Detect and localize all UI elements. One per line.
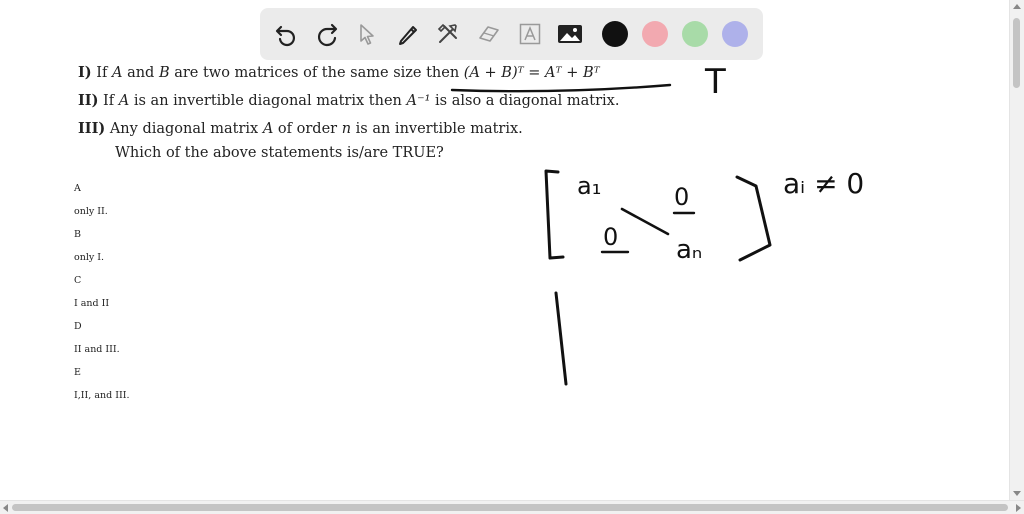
answer-options: A only II. B only I. C I and II D II and… <box>74 183 129 413</box>
vertical-scrollbar[interactable] <box>1009 0 1024 500</box>
option-a-text[interactable]: only II. <box>74 206 129 229</box>
tools-button[interactable] <box>432 18 464 50</box>
scroll-right-icon[interactable] <box>1016 504 1021 512</box>
statement-3: III) Any diagonal matrix A of order n is… <box>78 120 523 137</box>
left-bracket-stroke <box>544 169 565 260</box>
option-e-letter[interactable]: E <box>74 367 129 390</box>
redo-button[interactable] <box>311 18 343 50</box>
pen-icon <box>398 26 417 45</box>
option-d-text[interactable]: II and III. <box>74 344 129 367</box>
vertical-stroke <box>554 291 568 386</box>
option-b-text[interactable]: only I. <box>74 252 129 275</box>
underline-stroke <box>450 83 672 93</box>
statement-text: and <box>127 65 155 81</box>
pen-button[interactable] <box>392 18 424 50</box>
option-b-letter[interactable]: B <box>74 229 129 252</box>
statement-text: is also a diagonal matrix. <box>435 93 620 109</box>
option-d-letter[interactable]: D <box>74 321 129 344</box>
statement-text: is an invertible matrix. <box>355 121 523 137</box>
math-var: A <box>262 121 274 137</box>
statement-1-label: I) <box>78 64 92 81</box>
statement-text: is an invertible diagonal matrix then <box>133 93 402 109</box>
eraser-icon <box>479 26 499 42</box>
handwritten-a1: a₁ <box>577 172 601 200</box>
option-e-text[interactable]: I,II, and III. <box>74 390 129 413</box>
statement-2: II) If A is an invertible diagonal matri… <box>78 92 619 109</box>
horizontal-scroll-thumb[interactable] <box>12 504 1008 511</box>
scroll-down-icon[interactable] <box>1013 491 1021 496</box>
math-var: A <box>111 65 123 81</box>
statement-text: If <box>96 65 108 81</box>
image-button[interactable] <box>554 18 586 50</box>
handwritten-condition: aᵢ ≠ 0 <box>783 167 864 200</box>
diagonal-stroke <box>620 207 670 236</box>
color-swatch-pink[interactable] <box>641 21 668 47</box>
eraser-button[interactable] <box>473 18 505 50</box>
handwritten-zero-bottom: 0 <box>603 223 618 251</box>
statement-text: Any diagonal matrix <box>109 121 259 137</box>
handwritten-t: T <box>704 62 726 102</box>
scroll-left-icon[interactable] <box>3 504 8 512</box>
math-var: B <box>158 65 170 81</box>
horizontal-scrollbar[interactable] <box>0 500 1024 514</box>
redo-icon <box>317 23 337 47</box>
option-c-letter[interactable]: C <box>74 275 129 298</box>
color-swatch-green[interactable] <box>681 21 708 47</box>
transpose-formula: (A + B)ᵀ = Aᵀ + Bᵀ <box>463 65 600 81</box>
select-pointer-icon <box>360 24 374 45</box>
color-swatch-black[interactable] <box>601 21 628 47</box>
math-var: A <box>118 93 130 109</box>
tools-icon <box>438 23 458 43</box>
statement-3-label: III) <box>78 120 106 137</box>
drawing-toolbar <box>260 8 763 60</box>
handwritten-an: aₙ <box>676 235 702 265</box>
question-prompt: Which of the above statements is/are TRU… <box>115 145 444 161</box>
statement-text: If <box>103 93 115 109</box>
undo-icon <box>275 25 296 47</box>
text-button[interactable] <box>514 18 546 50</box>
vertical-scroll-thumb[interactable] <box>1013 18 1020 88</box>
option-a-letter[interactable]: A <box>74 183 129 206</box>
select-button[interactable] <box>351 18 383 50</box>
option-c-text[interactable]: I and II <box>74 298 129 321</box>
math-var: n <box>341 121 352 137</box>
statement-1: I) If A and B are two matrices of the sa… <box>78 64 600 81</box>
statement-text: of order <box>277 121 338 137</box>
color-swatch-purple[interactable] <box>721 21 748 47</box>
handwritten-zero-top: 0 <box>674 183 689 211</box>
image-icon <box>558 25 583 43</box>
statement-text: are two matrices of the same size then <box>174 65 460 81</box>
undo-button[interactable] <box>270 18 302 50</box>
text-icon <box>519 23 540 45</box>
scroll-up-icon[interactable] <box>1013 4 1021 9</box>
statement-2-label: II) <box>78 92 99 109</box>
inverse-formula: A⁻¹ <box>406 93 431 109</box>
right-bracket-stroke <box>735 175 772 262</box>
